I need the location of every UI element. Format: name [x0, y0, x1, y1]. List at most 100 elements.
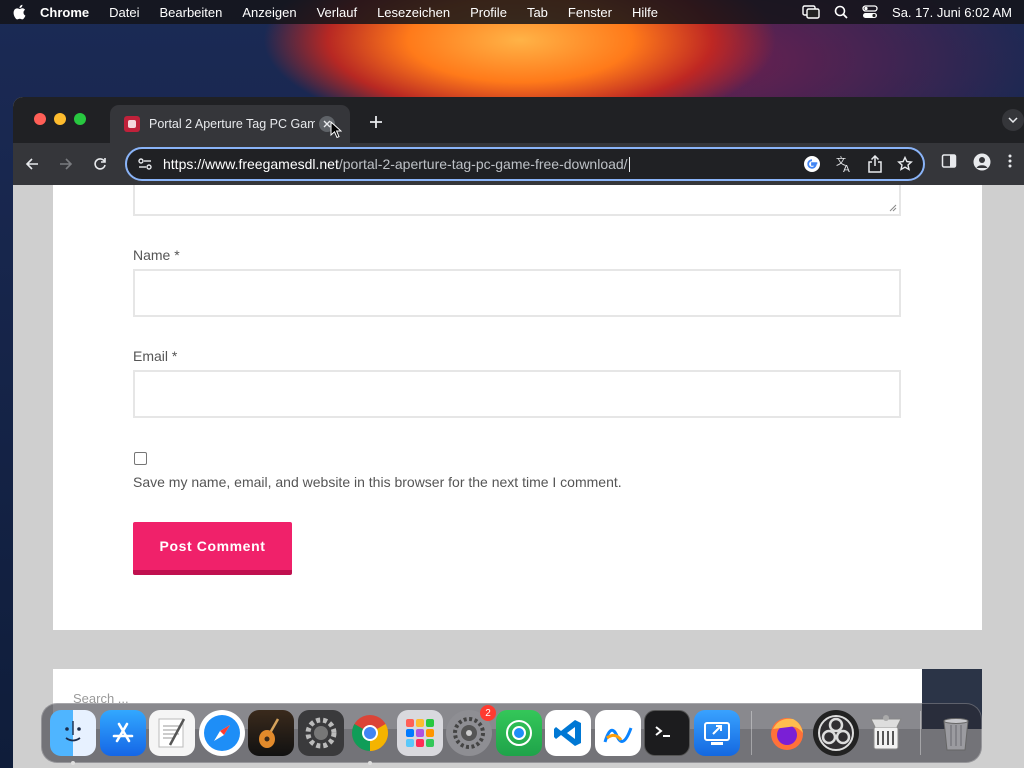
menu-tab[interactable]: Tab	[527, 5, 548, 20]
comment-textarea[interactable]	[133, 185, 901, 216]
dock-system-preferences[interactable]: 2	[446, 705, 496, 756]
screen-mirroring-icon[interactable]	[802, 5, 820, 19]
archive-utility-icon	[869, 715, 902, 750]
firefox-icon	[770, 718, 803, 750]
textedit-icon	[158, 718, 186, 748]
obs-icon	[818, 715, 854, 751]
menu-hilfe[interactable]: Hilfe	[632, 5, 658, 20]
address-url[interactable]: https://www.freegamesdl.net/portal-2-ape…	[163, 156, 630, 173]
minimize-window-button[interactable]	[54, 113, 66, 125]
side-panel-icon[interactable]	[941, 153, 957, 169]
control-center-icon[interactable]	[862, 5, 878, 19]
menu-anzeigen[interactable]: Anzeigen	[242, 5, 296, 20]
notification-badge: 2	[480, 705, 496, 721]
menu-datei[interactable]: Datei	[109, 5, 139, 20]
menu-bearbeiten[interactable]: Bearbeiten	[159, 5, 222, 20]
dock-trash[interactable]	[933, 710, 979, 756]
safari-icon	[203, 715, 240, 751]
menubar-clock[interactable]: Sa. 17. Juni 6:02 AM	[892, 5, 1012, 20]
email-label: Email *	[133, 348, 178, 364]
tab-search-button[interactable]	[1002, 109, 1024, 131]
browser-window: Portal 2 Aperture Tag PC Game Free Downl…	[13, 97, 1024, 768]
find-my-icon	[505, 720, 532, 746]
svg-text:A: A	[843, 164, 850, 173]
menu-bar: Chrome Datei Bearbeiten Anzeigen Verlauf…	[0, 0, 1024, 24]
site-favicon-icon	[124, 116, 140, 132]
web-page: Name * Email * Save my name, email, and …	[13, 185, 1024, 768]
name-label: Name *	[133, 247, 180, 263]
name-field[interactable]	[133, 269, 901, 317]
dock-find-my[interactable]	[495, 710, 542, 756]
dock-safari[interactable]	[198, 710, 245, 756]
running-indicator	[71, 761, 75, 765]
settings-gear-icon	[453, 717, 485, 749]
browser-toolbar: https://www.freegamesdl.net/portal-2-ape…	[13, 143, 1024, 185]
dock-chrome[interactable]	[347, 710, 393, 765]
dock-freeform[interactable]	[594, 710, 641, 756]
reload-button[interactable]	[89, 153, 111, 175]
dock-archive-utility[interactable]	[863, 710, 909, 756]
dock-compressor[interactable]	[297, 710, 344, 756]
dock-firefox[interactable]	[764, 710, 810, 756]
menu-lesezeichen[interactable]: Lesezeichen	[377, 5, 450, 20]
dock-garageband[interactable]	[248, 710, 294, 756]
tab-title: Portal 2 Aperture Tag PC Game Free Downl…	[149, 117, 315, 131]
save-info-label: Save my name, email, and website in this…	[133, 474, 622, 490]
mouse-cursor-icon	[330, 121, 342, 139]
toolbar-right-buttons	[941, 153, 1013, 171]
finder-icon	[65, 721, 81, 742]
email-field[interactable]	[133, 370, 901, 418]
profile-avatar-icon[interactable]	[973, 153, 991, 171]
share-icon[interactable]	[867, 155, 883, 173]
guitar-icon	[259, 718, 280, 748]
launchpad-grid-icon	[405, 719, 434, 747]
dock-separator	[751, 711, 752, 755]
dock-separator	[920, 711, 921, 755]
apple-icon[interactable]	[12, 4, 26, 20]
new-tab-button[interactable]	[365, 111, 387, 133]
site-info-icon[interactable]	[137, 156, 153, 172]
address-bar[interactable]: https://www.freegamesdl.net/portal-2-ape…	[125, 147, 925, 181]
dock-app-store[interactable]	[99, 710, 146, 756]
save-info-checkbox[interactable]	[134, 452, 147, 465]
tab-strip: Portal 2 Aperture Tag PC Game Free Downl…	[13, 97, 1024, 143]
terminal-icon	[655, 726, 670, 737]
post-comment-button[interactable]: Post Comment	[133, 522, 292, 575]
comment-form-card: Name * Email * Save my name, email, and …	[53, 185, 982, 630]
window-controls	[34, 113, 86, 125]
dock-textedit[interactable]	[149, 710, 195, 756]
menu-profile[interactable]: Profile	[470, 5, 507, 20]
menu-verlauf[interactable]: Verlauf	[317, 5, 357, 20]
trash-icon	[942, 718, 969, 751]
spotlight-search-icon[interactable]	[834, 5, 848, 19]
forward-button[interactable]	[55, 153, 77, 175]
omnibox-actions: 文 A	[803, 155, 913, 173]
dock-terminal[interactable]	[644, 710, 690, 756]
chrome-menu-icon[interactable]	[1007, 153, 1013, 169]
freeform-icon	[603, 727, 632, 743]
app-store-icon	[112, 722, 133, 743]
vscode-icon	[554, 720, 581, 746]
close-window-button[interactable]	[34, 113, 46, 125]
dock-launchpad[interactable]	[396, 710, 443, 756]
text-caret	[628, 157, 630, 173]
menu-app-name[interactable]: Chrome	[40, 5, 89, 20]
url-path: /portal-2-aperture-tag-pc-game-free-down…	[338, 155, 628, 172]
dock-vscode[interactable]	[545, 710, 591, 756]
google-lens-icon[interactable]	[803, 155, 821, 173]
dock: 2	[41, 703, 982, 765]
bookmark-star-icon[interactable]	[897, 156, 913, 172]
back-button[interactable]	[21, 153, 43, 175]
menu-fenster[interactable]: Fenster	[568, 5, 612, 20]
dock-obs[interactable]	[813, 710, 859, 756]
chrome-icon	[351, 715, 389, 751]
translate-icon[interactable]: 文 A	[835, 155, 853, 173]
dock-finder[interactable]	[50, 710, 96, 765]
tab-active[interactable]: Portal 2 Aperture Tag PC Game Free Downl…	[110, 105, 350, 143]
running-indicator	[368, 761, 372, 765]
gear-icon	[305, 717, 336, 749]
zoom-window-button[interactable]	[74, 113, 86, 125]
url-domain: https://www.freegamesdl.net	[163, 155, 339, 172]
resize-grip-icon[interactable]	[889, 204, 897, 212]
dock-screen-sharing[interactable]	[693, 710, 740, 756]
